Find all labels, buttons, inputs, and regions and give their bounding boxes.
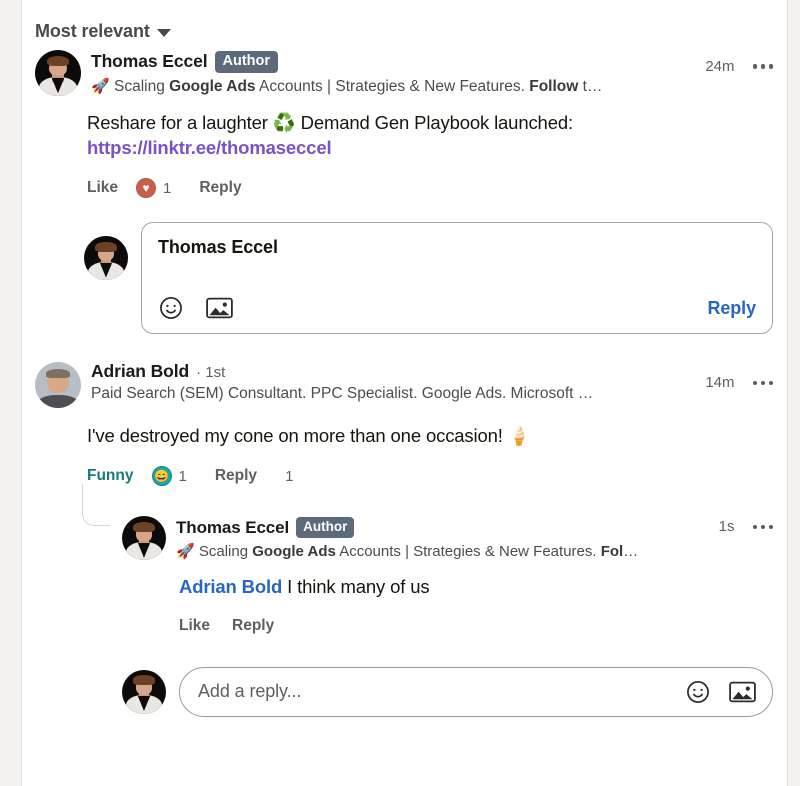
body-part-1: Reshare for a laughter [87,112,273,133]
comment-actions: Like ♥ 1 Reply [87,178,787,199]
author-headline: 🚀 Scaling Google Ads Accounts | Strategi… [91,77,787,96]
author-name[interactable]: Adrian Bold [91,363,189,381]
reaction-summary[interactable]: ♥ 1 [136,178,172,199]
thread-connector [82,484,110,527]
emoji-icon[interactable] [685,679,711,705]
avatar[interactable] [122,669,166,714]
comment-body: Reshare for a laughter ♻️ Demand Gen Pla… [87,110,687,160]
like-button[interactable]: Like [87,179,118,197]
comment-link[interactable]: https://linktr.ee/thomaseccel [87,137,332,158]
avatar[interactable] [84,236,128,281]
timestamp: 24m [705,58,735,75]
comment-body: I've destroyed my cone on more than one … [87,425,531,447]
image-icon[interactable] [206,296,233,320]
reply-actions: Like Reply [179,617,787,635]
reaction-summary[interactable]: 😄 1 [151,466,187,487]
headline-part-3: t… [578,77,603,95]
comment-header: Thomas Eccel Author 🚀 Scaling Google Ads… [35,50,787,96]
avatar[interactable] [35,50,81,96]
headline-part-1: Scaling [194,542,253,560]
funny-reaction-icon: 😄 [151,466,172,487]
comment-meta: 24m [705,58,773,75]
reaction-label[interactable]: Funny [87,467,134,485]
author-badge: Author [296,517,355,538]
headline-part-2: Accounts | Strategies & New Features. [255,77,530,95]
emoji-icon[interactable] [158,295,184,321]
chevron-down-icon [156,28,171,37]
reply-count: 1 [285,467,294,485]
connection-degree: · 1st [196,363,226,381]
rocket-icon: 🚀 [176,542,195,560]
love-reaction-icon: ♥ [136,178,157,199]
reply-body-text: I think many of us [282,576,430,598]
body-part-2: Demand Gen Playbook launched: [295,112,573,133]
like-button[interactable]: Like [179,617,210,635]
sort-selector[interactable]: Most relevant [22,0,787,46]
comments-card: Most relevant Thomas Eccel Author 🚀 Scal… [21,0,788,786]
timestamp: 14m [705,374,735,392]
comment-author-block: Adrian Bold · 1st Paid Search (SEM) Cons… [91,362,787,403]
headline-bold-1: Google Ads [169,77,256,95]
reply-button[interactable]: Reply [232,617,274,635]
rocket-icon: 🚀 [91,77,110,95]
headline-bold-1: Google Ads [252,542,336,560]
avatar[interactable] [122,516,166,561]
reply-body: Adrian Bold I think many of us [179,574,787,599]
author-name[interactable]: Thomas Eccel [176,519,289,536]
headline-part-3: … [623,542,639,560]
comment-meta: 14m [705,374,773,391]
comment-author-block: Thomas Eccel Author 🚀 Scaling Google Ads… [91,50,787,96]
reply-submit-button[interactable]: Reply [707,298,756,319]
author-name[interactable]: Thomas Eccel [91,52,208,71]
reply-thread-1: Thomas Eccel Author 🚀 Scaling Google Ads… [122,508,787,634]
comment-actions: Funny 😄 1 Reply 1 [87,466,787,487]
headline-part-1: Scaling [109,77,170,95]
mention-link[interactable]: Adrian Bold [179,576,282,597]
reaction-count: 1 [178,467,187,485]
avatar[interactable] [35,362,81,409]
reply-input-placeholder: Add a reply... [198,681,302,702]
headline-bold-2: Follow [529,77,579,95]
reply-editor-text[interactable]: Thomas Eccel [158,237,756,258]
more-options-icon[interactable] [752,524,773,530]
reply-author-block: Thomas Eccel Author 🚀 Scaling Google Ads… [176,516,787,560]
more-options-icon[interactable] [752,380,773,386]
headline-bold-2: Fol [600,542,624,560]
headline-part-2: Accounts | Strategies & New Features. [335,542,601,560]
comment-thread-2: Adrian Bold · 1st Paid Search (SEM) Cons… [22,334,787,717]
reply-header: Thomas Eccel Author 🚀 Scaling Google Ads… [122,516,787,561]
reaction-count: 1 [163,179,172,197]
recycle-icon: ♻️ [272,112,296,133]
reply-button[interactable]: Reply [199,179,241,197]
author-headline: Paid Search (SEM) Consultant. PPC Specia… [91,384,594,402]
author-badge: Author [214,51,279,73]
reply-button[interactable]: Reply [215,467,257,485]
reply-input[interactable]: Add a reply... [179,666,773,717]
image-icon[interactable] [729,680,756,704]
author-headline: 🚀 Scaling Google Ads Accounts | Strategi… [176,542,676,560]
timestamp: 1s [718,518,735,536]
reply-editor-box[interactable]: Thomas Eccel Reply [141,222,773,335]
more-options-icon[interactable] [752,64,773,69]
reply-meta: 1s [719,518,773,535]
sort-label: Most relevant [35,20,150,41]
comment-header: Adrian Bold · 1st Paid Search (SEM) Cons… [35,362,787,409]
comments-panel: Most relevant Thomas Eccel Author 🚀 Scal… [0,0,800,786]
reply-composer: Add a reply... [122,666,773,717]
comment-thread-1: Thomas Eccel Author 🚀 Scaling Google Ads… [22,46,787,335]
reply-editor: Thomas Eccel Reply [84,222,773,335]
